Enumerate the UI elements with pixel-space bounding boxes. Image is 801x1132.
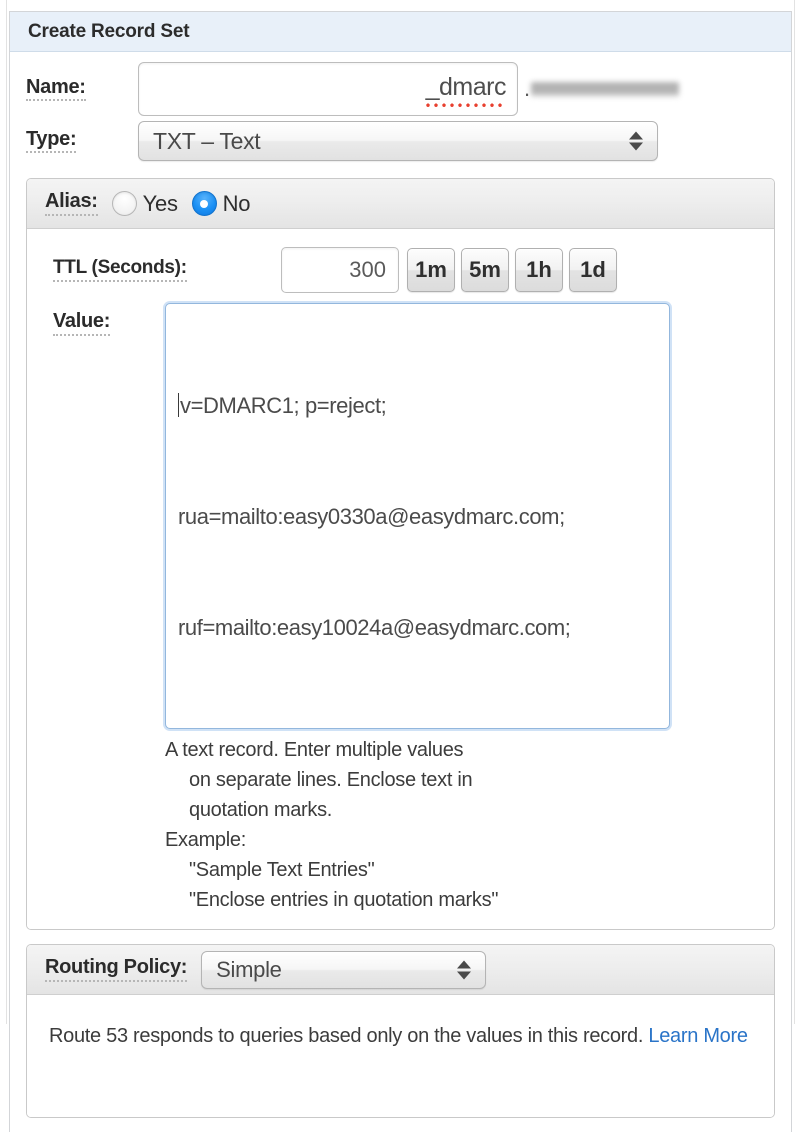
ttl-label: TTL (Seconds):	[53, 258, 187, 282]
type-label-wrap: Type:	[26, 129, 138, 154]
name-label-wrap: Name:	[26, 77, 138, 102]
stepper-updown-icon	[457, 960, 471, 979]
value-help-line-5: "Sample Text Entries"	[165, 855, 670, 885]
value-column: v=DMARC1; p=reject; rua=mailto:easy0330a…	[165, 303, 670, 915]
routing-policy-description: Route 53 responds to queries based only …	[27, 1007, 774, 1057]
routing-policy-label: Routing Policy:	[45, 957, 187, 982]
ttl-preset-1h-label: 1h	[526, 257, 552, 283]
routing-policy-select-value: Simple	[216, 957, 281, 983]
value-label: Value:	[53, 311, 110, 336]
alias-radio-no[interactable]: No	[192, 191, 251, 217]
ttl-preset-5m-label: 5m	[469, 257, 501, 283]
value-help-text: A text record. Enter multiple values on …	[165, 735, 670, 915]
name-label: Name:	[26, 77, 86, 102]
ttl-input-value: 300	[349, 257, 386, 283]
routing-policy-header: Routing Policy: Simple	[27, 945, 774, 995]
text-cursor-icon	[178, 393, 179, 417]
panel-header: Create Record Set	[10, 12, 791, 52]
alias-panel: Alias: Yes No	[26, 178, 775, 930]
panel-body: Name: _dmarc . Type:	[10, 52, 791, 1132]
value-textarea[interactable]: v=DMARC1; p=reject; rua=mailto:easy0330a…	[165, 303, 670, 729]
alias-radio-group: Yes No	[112, 191, 251, 217]
name-row: Name: _dmarc .	[10, 52, 791, 108]
value-textarea-line-3: ruf=mailto:easy10024a@easydmarc.com;	[178, 609, 663, 646]
radio-checked-icon[interactable]	[192, 191, 217, 216]
value-textarea-line-2: rua=mailto:easy0330a@easydmarc.com;	[178, 498, 663, 535]
value-help-line-6: "Enclose entries in quotation marks"	[165, 885, 670, 915]
ttl-preset-buttons: 1m 5m 1h 1d	[407, 248, 617, 292]
redacted-domain-blur	[531, 81, 679, 98]
ttl-preset-1h[interactable]: 1h	[515, 248, 563, 292]
value-label-wrap: Value:	[53, 303, 165, 336]
page-title: Create Record Set	[28, 21, 189, 43]
create-record-set-panel: Create Record Set Name: _dmarc .	[9, 11, 792, 1132]
name-input-value: _dmarc	[426, 73, 506, 101]
type-row: Type: TXT – Text	[10, 108, 791, 164]
type-select-value: TXT – Text	[153, 128, 260, 155]
page-frame-right-edge	[794, 0, 801, 1024]
create-record-set-page: Create Record Set Name: _dmarc .	[0, 0, 801, 1024]
name-input-value-wrap: _dmarc	[426, 73, 506, 102]
ttl-preset-1d[interactable]: 1d	[569, 248, 617, 292]
alias-header: Alias: Yes No	[27, 179, 774, 229]
value-help-line-3: quotation marks.	[165, 795, 670, 825]
ttl-input[interactable]: 300	[281, 247, 399, 293]
alias-radio-yes[interactable]: Yes	[112, 191, 178, 217]
spellcheck-underline-icon	[426, 102, 506, 107]
routing-policy-body: Route 53 responds to queries based only …	[27, 995, 774, 1117]
routing-policy-select[interactable]: Simple	[201, 951, 486, 989]
alias-radio-yes-label: Yes	[143, 191, 178, 217]
ttl-preset-5m[interactable]: 5m	[461, 248, 509, 292]
value-help-line-4: Example:	[165, 825, 670, 855]
alias-radio-no-label: No	[223, 191, 251, 217]
type-label: Type:	[26, 129, 76, 154]
value-row: Value: v=DMARC1; p=reject; rua=mailto:ea…	[27, 293, 774, 915]
value-textarea-line-1: v=DMARC1; p=reject;	[178, 387, 663, 424]
domain-separator: .	[524, 76, 530, 102]
ttl-label-wrap: TTL (Seconds):	[53, 258, 281, 282]
page-frame-left-edge	[0, 0, 7, 1024]
value-help-line-1: A text record. Enter multiple values	[165, 735, 670, 765]
ttl-preset-1d-label: 1d	[580, 257, 606, 283]
name-input[interactable]: _dmarc	[138, 62, 518, 116]
routing-policy-panel: Routing Policy: Simple Route 53 r	[26, 944, 775, 1118]
ttl-preset-1m-label: 1m	[415, 257, 447, 283]
radio-unchecked-icon[interactable]	[112, 191, 137, 216]
type-select[interactable]: TXT – Text	[138, 121, 658, 161]
value-help-line-2: on separate lines. Enclose text in	[165, 765, 670, 795]
routing-policy-description-text: Route 53 responds to queries based only …	[49, 1025, 643, 1047]
domain-suffix: .	[524, 62, 679, 116]
stepper-updown-icon	[629, 132, 643, 151]
learn-more-link[interactable]: Learn More	[648, 1025, 747, 1047]
alias-label: Alias:	[45, 191, 98, 216]
ttl-preset-1m[interactable]: 1m	[407, 248, 455, 292]
ttl-row: TTL (Seconds): 300 1m 5m	[27, 241, 774, 293]
alias-panel-body: TTL (Seconds): 300 1m 5m	[27, 229, 774, 929]
